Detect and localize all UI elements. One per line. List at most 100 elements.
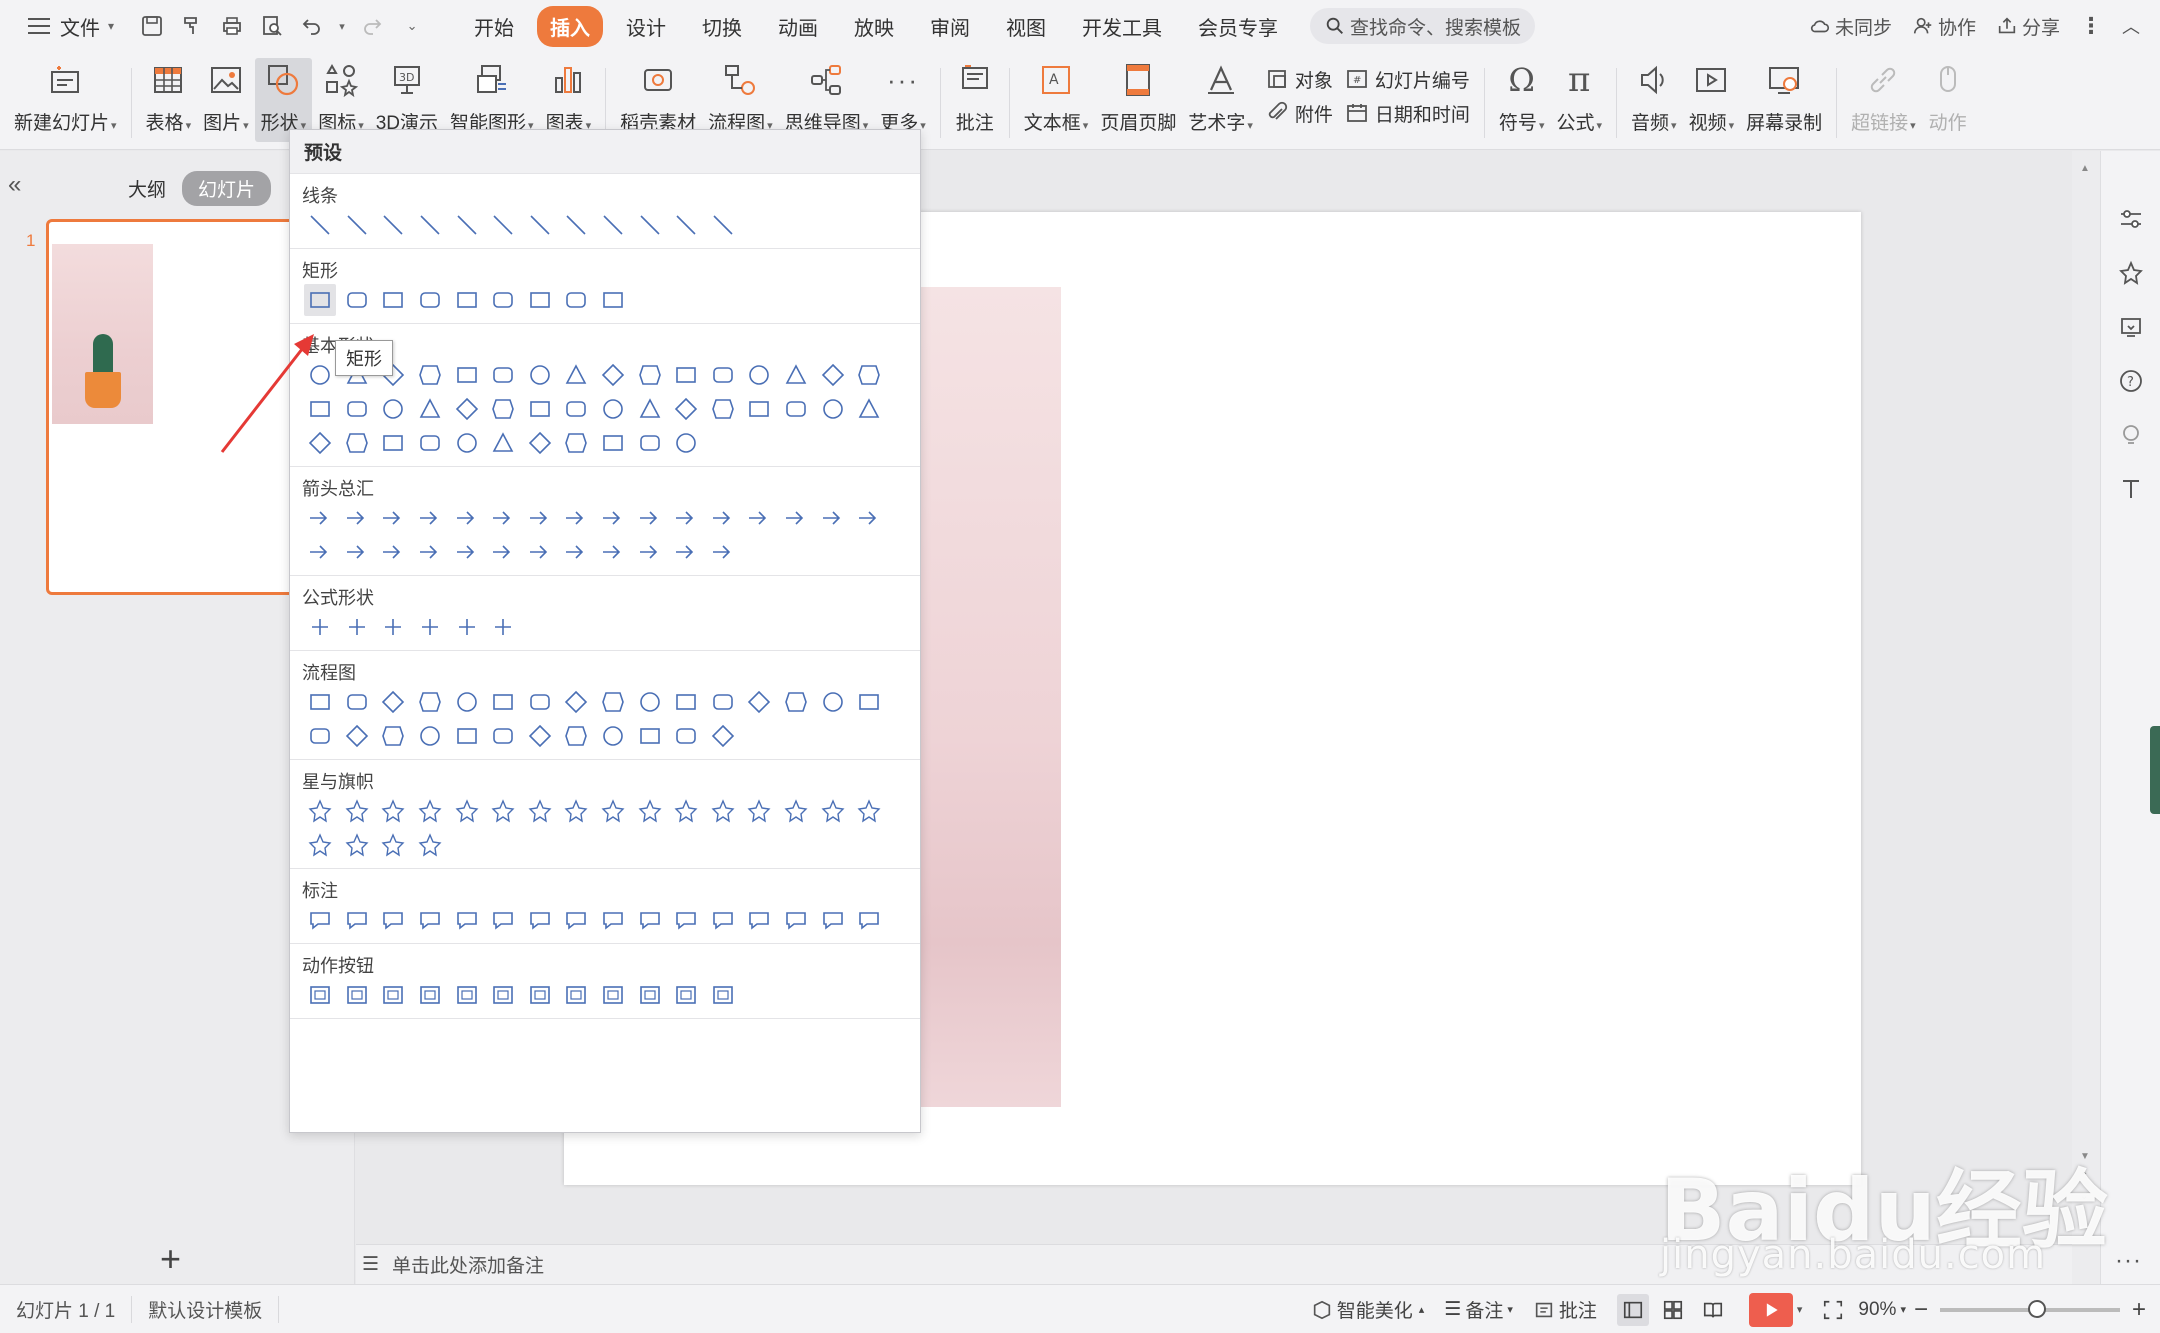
action-button[interactable]: 动作 (1922, 58, 1974, 142)
shape-button[interactable] (853, 686, 885, 718)
shape-button[interactable] (414, 686, 446, 718)
shape-button[interactable] (597, 359, 629, 391)
shape-button[interactable] (670, 359, 702, 391)
shape-button[interactable] (634, 209, 666, 241)
add-slide-icon[interactable]: + (160, 1241, 181, 1277)
shape-button[interactable] (597, 502, 629, 534)
shape-button[interactable] (853, 795, 885, 827)
shape-button[interactable] (414, 904, 446, 936)
smart-beautify-button[interactable]: 智能美化 ▴ (1311, 1296, 1424, 1323)
shape-button[interactable] (341, 427, 373, 459)
shape-button[interactable] (524, 904, 556, 936)
shape-button[interactable] (670, 536, 702, 568)
new-slide-button[interactable]: 新建幻灯片 ▾ (8, 58, 123, 142)
shape-button[interactable] (780, 393, 812, 425)
attachment-button[interactable]: 附件 (1265, 96, 1333, 130)
shape-button[interactable] (780, 359, 812, 391)
shape-button[interactable] (524, 686, 556, 718)
shape-button[interactable] (743, 393, 775, 425)
shape-button[interactable] (670, 686, 702, 718)
shape-button[interactable] (341, 284, 373, 316)
shape-button[interactable] (377, 393, 409, 425)
save-icon[interactable] (135, 9, 169, 43)
shape-button[interactable] (853, 502, 885, 534)
shape-button[interactable] (414, 795, 446, 827)
redo-icon[interactable] (355, 9, 389, 43)
shape-button[interactable] (341, 795, 373, 827)
shape-button[interactable] (414, 720, 446, 752)
shape-button[interactable] (634, 904, 666, 936)
shape-button[interactable] (634, 795, 666, 827)
shape-button[interactable] (377, 795, 409, 827)
slide-switch-icon[interactable] (2115, 311, 2147, 343)
shape-button[interactable] (597, 795, 629, 827)
shape-button[interactable] (304, 979, 336, 1011)
shape-button[interactable] (524, 209, 556, 241)
template-name[interactable]: 默认设计模板 (132, 1295, 280, 1323)
shape-button[interactable] (487, 359, 519, 391)
tab-home[interactable]: 开始 (461, 6, 527, 47)
shape-button[interactable] (487, 795, 519, 827)
zoom-level-dropdown[interactable]: 90% ▾ (1858, 1299, 1906, 1321)
shape-button[interactable] (341, 829, 373, 861)
shape-button[interactable] (377, 611, 409, 643)
tab-slides[interactable]: 幻灯片 (182, 171, 272, 206)
shape-button[interactable] (524, 359, 556, 391)
shape-button[interactable] (414, 611, 446, 643)
shape-button[interactable] (341, 502, 373, 534)
shape-button[interactable] (487, 393, 519, 425)
shape-button[interactable] (634, 502, 666, 534)
shape-button[interactable] (560, 720, 592, 752)
scroll-up-icon[interactable]: ▲ (2080, 163, 2090, 174)
shape-button[interactable] (304, 795, 336, 827)
shape-button[interactable] (524, 502, 556, 534)
video-button[interactable]: 视频 ▾ (1683, 58, 1741, 142)
chevron-down-icon[interactable]: ▾ (1797, 1303, 1803, 1316)
shape-button[interactable] (707, 904, 739, 936)
shape-button[interactable] (670, 393, 702, 425)
zoom-out-icon[interactable]: − (1914, 1296, 1928, 1324)
shape-button[interactable] (377, 720, 409, 752)
chevron-down-icon[interactable]: ▾ (335, 9, 349, 43)
shape-button[interactable] (707, 393, 739, 425)
shape-button[interactable] (451, 502, 483, 534)
slide-sorter-icon[interactable] (1657, 1294, 1689, 1326)
tab-transition[interactable]: 切换 (689, 6, 755, 47)
textbox-button[interactable]: A 文本框 ▾ (1018, 58, 1095, 142)
shape-button[interactable] (414, 393, 446, 425)
tab-animation[interactable]: 动画 (765, 6, 831, 47)
share-button[interactable]: 分享 (1996, 13, 2060, 40)
properties-icon[interactable] (2115, 203, 2147, 235)
shape-button[interactable] (487, 502, 519, 534)
shape-button[interactable] (634, 536, 666, 568)
shape-button[interactable] (341, 904, 373, 936)
shape-button[interactable] (304, 611, 336, 643)
hyperlink-button[interactable]: 超链接 ▾ (1845, 58, 1922, 142)
shape-button[interactable] (707, 536, 739, 568)
shape-button[interactable] (377, 904, 409, 936)
shape-button[interactable] (451, 393, 483, 425)
shape-button[interactable] (597, 904, 629, 936)
command-search-input[interactable]: 查找命令、搜索模板 (1310, 8, 1536, 44)
shape-button[interactable] (780, 502, 812, 534)
shape-button[interactable] (451, 686, 483, 718)
shape-button[interactable] (707, 720, 739, 752)
shape-button[interactable] (487, 686, 519, 718)
shape-button[interactable] (341, 209, 373, 241)
comment-button[interactable]: 批注 (949, 58, 1001, 142)
shape-button[interactable] (597, 393, 629, 425)
star-icon[interactable] (2115, 257, 2147, 289)
shape-button[interactable] (743, 686, 775, 718)
shape-button[interactable] (743, 502, 775, 534)
shape-button[interactable] (487, 284, 519, 316)
shape-button[interactable] (634, 686, 666, 718)
sync-status-button[interactable]: 未同步 (1809, 13, 1892, 40)
shape-button[interactable] (451, 427, 483, 459)
table-button[interactable]: 表格 ▾ (140, 58, 198, 142)
more-menu-icon[interactable]: ⋮ (2080, 13, 2102, 39)
vertical-scrollbar[interactable]: ▲ ▼ ⌃ ⌄ (2072, 151, 2100, 1284)
shape-button[interactable] (341, 720, 373, 752)
shape-button[interactable] (634, 720, 666, 752)
shape-button[interactable] (634, 427, 666, 459)
shape-button[interactable] (597, 536, 629, 568)
